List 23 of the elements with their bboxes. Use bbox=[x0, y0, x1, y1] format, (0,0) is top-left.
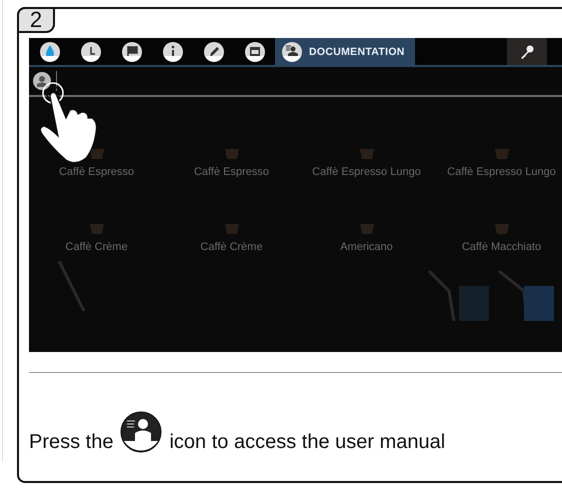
step-number: 2 bbox=[17, 7, 55, 33]
product-label[interactable]: Caffè Espresso bbox=[194, 166, 269, 178]
product-label[interactable]: Caffè Macchiato bbox=[462, 241, 542, 253]
tab-icon bbox=[244, 40, 266, 62]
key-button[interactable] bbox=[507, 38, 547, 65]
tab-icon bbox=[38, 40, 60, 62]
menu-tab[interactable]: DOCUMENTATION bbox=[275, 38, 415, 65]
instruction-text: Press the bbox=[29, 430, 114, 454]
product-label[interactable]: Caffè Crème bbox=[65, 241, 128, 253]
instruction-text: icon to access the user manual bbox=[169, 430, 446, 454]
product-label[interactable]: Caffè Espresso Lungo bbox=[312, 166, 421, 178]
key-icon bbox=[519, 44, 535, 60]
tab-icon bbox=[162, 40, 184, 62]
tab-icon bbox=[202, 40, 224, 62]
tab-icon bbox=[80, 40, 102, 62]
product-label[interactable]: Americano bbox=[340, 241, 393, 253]
manual-icon bbox=[120, 411, 162, 453]
manual-icon[interactable] bbox=[32, 71, 52, 91]
product-label[interactable]: Caffè Espresso Lungo bbox=[447, 166, 556, 178]
tab-icon bbox=[120, 40, 142, 62]
tab-icon bbox=[281, 40, 303, 62]
product-label[interactable]: Caffè Crème bbox=[200, 241, 263, 253]
product-label[interactable]: Caffè Espresso bbox=[58, 166, 134, 178]
